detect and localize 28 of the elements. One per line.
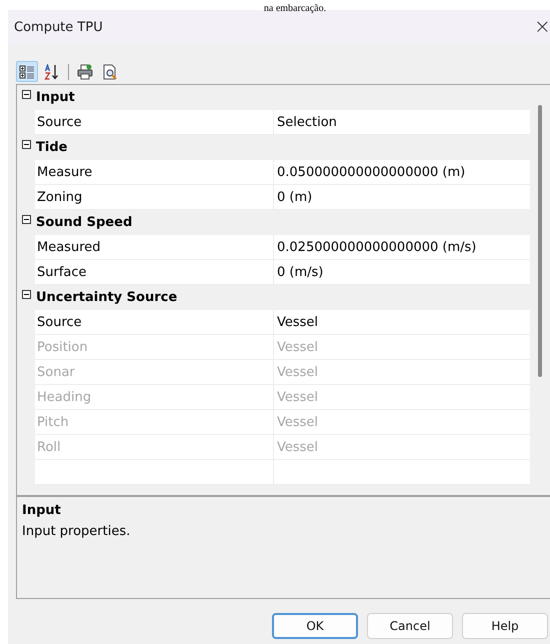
- property-value[interactable]: 0 (m/s): [274, 260, 530, 284]
- property-value[interactable]: 0.025000000000000000 (m/s): [274, 235, 530, 259]
- category-header[interactable]: Input: [35, 90, 75, 105]
- property-name[interactable]: Measured: [35, 235, 274, 259]
- caption-text: na embarcação.: [262, 3, 326, 14]
- property-name[interactable]: Zoning: [35, 185, 274, 209]
- description-text: Input properties.: [22, 524, 130, 539]
- property-name[interactable]: Surface: [35, 260, 274, 284]
- property-name[interactable]: Source: [35, 110, 274, 134]
- property-value[interactable]: Vessel: [274, 310, 530, 334]
- categorized-button[interactable]: [16, 61, 38, 82]
- scrollbar-thumb[interactable]: [538, 105, 542, 377]
- category-header[interactable]: Sound Speed: [35, 215, 132, 230]
- page-magnifier-icon[interactable]: [102, 64, 118, 80]
- dialog-button[interactable]: Cancel: [367, 613, 453, 639]
- category-header[interactable]: Tide: [35, 140, 68, 155]
- dialog-button[interactable]: Help: [462, 613, 548, 639]
- property-name[interactable]: Source: [35, 310, 274, 334]
- property-value[interactable]: Selection: [274, 110, 530, 134]
- property-value[interactable]: 0.050000000000000000 (m): [274, 160, 530, 184]
- category-header[interactable]: Uncertainty Source: [35, 290, 178, 305]
- dialog-button[interactable]: OK: [272, 613, 358, 639]
- window-title: Compute TPU: [14, 20, 103, 34]
- property-name[interactable]: Measure: [35, 160, 274, 184]
- property-value[interactable]: 0 (m): [274, 185, 530, 209]
- printer-icon[interactable]: [77, 64, 93, 80]
- description-title: Input: [22, 503, 61, 518]
- close-button[interactable]: ×: [534, 16, 550, 38]
